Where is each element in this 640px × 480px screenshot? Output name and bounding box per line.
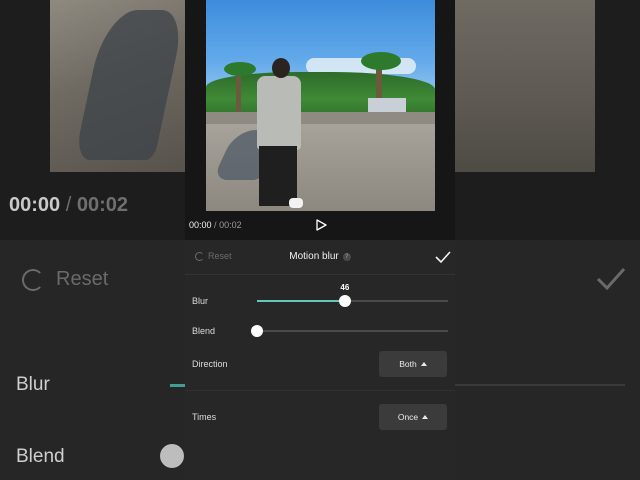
blur-value: 46 [340, 283, 350, 292]
blur-slider[interactable]: 46 [257, 283, 448, 307]
panel-header: Reset Motion blur? [185, 240, 455, 275]
background-blend-knob [160, 444, 184, 468]
photo-person-shoe [289, 198, 303, 208]
direction-value: Both [399, 359, 417, 369]
background-reset-icon [22, 268, 44, 291]
background-time-separator: / [65, 194, 72, 216]
background-reset-label: Reset [56, 268, 109, 290]
help-icon[interactable]: ? [342, 253, 351, 261]
panel-title-wrap: Motion blur? [185, 251, 455, 262]
background-current-time: 00:00 [9, 194, 61, 216]
timecode: 00:00 / 00:02 [189, 220, 242, 230]
caret-up-icon [420, 362, 427, 366]
background-total-time: 00:02 [76, 194, 128, 216]
photo-person-legs [259, 146, 297, 206]
current-time: 00:00 [189, 220, 212, 230]
photo-person-body [257, 76, 301, 150]
background-timecode: 00:00 / 00:02 [9, 194, 128, 217]
background-check-icon [596, 267, 626, 291]
background-photo-right [455, 0, 595, 172]
times-label: Times [192, 412, 217, 422]
editor-screen: 00:00 / 00:02 Reset Motion blur? Blur 46 [185, 0, 455, 480]
time-separator: / [214, 220, 217, 230]
panel-title: Motion blur [289, 251, 339, 262]
background-shadow-shape [74, 10, 186, 160]
photo-palm-leaves-left [224, 62, 256, 76]
photo-person-head [272, 58, 290, 78]
preview-photo[interactable] [206, 0, 435, 211]
background-blend-label: Blend [16, 446, 65, 467]
total-time: 00:02 [219, 220, 242, 230]
photo-palm-leaves-right [361, 52, 401, 70]
play-icon[interactable] [315, 219, 327, 231]
blend-slider[interactable] [251, 325, 448, 337]
video-preview: 00:00 / 00:02 [185, 0, 455, 240]
times-dropdown[interactable]: Once [379, 404, 447, 430]
background-photo-left [50, 0, 186, 172]
direction-dropdown[interactable]: Both [379, 351, 447, 377]
background-blur-label: Blur [16, 374, 50, 395]
divider [185, 390, 455, 391]
motion-blur-panel: Reset Motion blur? Blur 46 Blend Directi… [185, 240, 455, 480]
times-value: Once [397, 412, 419, 422]
check-icon[interactable] [435, 250, 451, 264]
blend-slider-knob[interactable] [251, 325, 263, 337]
blur-slider-knob[interactable] [338, 295, 351, 307]
blur-label: Blur [192, 296, 209, 306]
blend-label: Blend [192, 326, 216, 336]
blur-slider-fill [257, 300, 345, 302]
caret-up-icon [422, 415, 429, 419]
background-blur-track-right [455, 384, 625, 386]
direction-label: Direction [192, 359, 228, 369]
photo-building [368, 98, 406, 112]
background-reset: Reset [22, 268, 108, 291]
